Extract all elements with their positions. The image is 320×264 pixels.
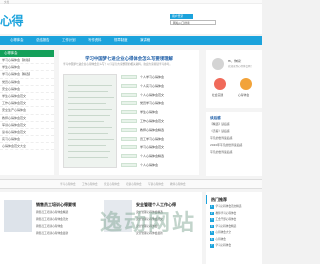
left-list-item[interactable]: 教师心得体会范文 <box>0 115 54 122</box>
nav-item[interactable]: 写作资料 <box>88 36 102 45</box>
header: 心得 用户登录 网站入口搜索 <box>0 4 262 34</box>
recommend-item[interactable]: 平凡的世界读后感 <box>206 135 262 142</box>
list-item[interactable]: 个人心得体会精选 <box>121 152 197 161</box>
nav-item[interactable]: 工作计划 <box>62 36 76 45</box>
left-list-item[interactable]: 军训心得体会范文 <box>0 122 54 129</box>
tag-badge <box>121 136 137 141</box>
avatar[interactable] <box>212 58 224 70</box>
left-list-item[interactable]: 读书心得体会范文 <box>0 129 54 137</box>
tag-badge <box>121 75 137 79</box>
recommend-item[interactable]: 2020年平凡的世界读后感 <box>206 142 262 149</box>
left-list-item[interactable]: 工作心得体会范文 <box>0 100 54 108</box>
featured-thumbnail[interactable] <box>63 74 117 168</box>
sub-nav-item[interactable]: 学习心得体会 <box>60 180 76 190</box>
hot-list-head: 热门推荐 <box>206 195 262 204</box>
login-search-box: 用户登录 网站入口搜索 <box>170 14 216 28</box>
left-list-item[interactable]: 党员心得体会 <box>0 79 54 86</box>
recommend-item[interactable]: 【精选】读后感 <box>206 121 262 128</box>
tag-badge <box>121 83 137 88</box>
list-item[interactable]: 学生心得体会 <box>121 108 197 117</box>
sub-nav-item[interactable]: 党员心得体会 <box>104 180 120 190</box>
featured-article: 学习中国梦七进企业心得体会怎么写要领理解 学习中国梦七进企业心得体会怎么写？以下… <box>59 50 199 175</box>
list-item[interactable]: 个人学习心得体会 <box>121 73 197 82</box>
list-item[interactable]: 个人实习心得体会 <box>121 82 197 91</box>
list-item[interactable]: 个人心得体会范文 <box>121 91 197 100</box>
left-list-item[interactable]: 安全心得体会 <box>0 86 54 93</box>
featured-list: 个人学习心得体会 个人实习心得体会 个人心得体会范文 党员学习心得体会 学生心得… <box>121 73 197 170</box>
card-image[interactable] <box>4 200 32 232</box>
tag-badge <box>121 101 137 106</box>
list-item[interactable]: 个人心得体会 <box>121 161 197 170</box>
user-greeting: Hi，你好！ <box>228 59 244 63</box>
list-item[interactable]: 教师心得体会精选 <box>121 126 197 135</box>
left-list-item[interactable]: 学习心得体会【新版】 <box>0 57 54 65</box>
page: 文档 心得 用户登录 网站入口搜索 心得体会 总结报告 工作计划 写作资料 规章… <box>0 0 262 264</box>
tag-badge <box>121 154 137 159</box>
list-item[interactable]: 党员学习心得体会 <box>121 99 197 108</box>
recommend-head: 读后感 <box>210 116 221 120</box>
sub-nav-item[interactable]: 教师心得体会 <box>170 180 186 190</box>
recommend-panel: 读后感 【精选】读后感 《活着》读后感 平凡的世界读后感 2020年平凡的世界读… <box>206 112 262 176</box>
tag-badge <box>121 162 137 167</box>
practice-label[interactable]: 社会实践 <box>212 93 223 97</box>
tag-badge <box>121 118 137 123</box>
card-item[interactable]: 销售员工培训心得体会 <box>36 224 96 228</box>
card-item[interactable]: 销售员工培训心得体会最新 <box>36 231 96 235</box>
main-nav: 心得体会 总结报告 工作计划 写作资料 规章制度 演讲稿 <box>0 36 262 45</box>
nav-item[interactable]: 心得体会 <box>10 36 24 45</box>
watermark: 逸动网站 <box>100 211 197 236</box>
search-input[interactable]: 网站入口搜索 <box>170 20 216 25</box>
sub-nav-item[interactable]: 培训心得体会 <box>126 180 142 190</box>
featured-desc: 学习中国梦七进企业心得体会怎么写？以下是为大家整理的相关资料，欢迎大家阅读学习参… <box>63 63 172 66</box>
hot-item[interactable]: 7 学习心得体会 <box>206 243 262 250</box>
recommend-item[interactable]: 平凡的世界读后感 <box>206 149 262 156</box>
left-category-list: 心得体会 学习心得体会【新版】 学生心得体会 学习心得体会【精选】 党员心得体会… <box>0 50 54 175</box>
site-logo[interactable]: 心得 <box>0 12 24 29</box>
list-item[interactable]: 员工学习心得体会 <box>121 135 197 144</box>
nav-item[interactable]: 规章制度 <box>114 36 128 45</box>
left-list-item[interactable]: 学习心得体会【精选】 <box>0 71 54 79</box>
article-card: 销售员工培训心得要领 销售员工培训心得体会精选 销售员工培训心得体会范文 销售员… <box>0 196 100 262</box>
nav-item[interactable]: 总结报告 <box>36 36 50 45</box>
tag-badge <box>121 110 137 115</box>
list-item[interactable]: 工作心得体会范文 <box>121 117 197 126</box>
practice-icon[interactable] <box>214 78 226 90</box>
left-list-item[interactable]: 实习心得体会 <box>0 136 54 144</box>
left-list-head: 心得体会 <box>0 50 54 57</box>
card-item[interactable]: 销售员工培训心得体会精选 <box>36 210 96 214</box>
user-panel: Hi，你好！ 欢迎来到心得体会网！ 社会实践 心得体会 <box>206 50 262 108</box>
featured-title[interactable]: 学习中国梦七进企业心得体会怎么写要领理解 <box>59 56 199 62</box>
sub-nav-item[interactable]: 工作心得体会 <box>82 180 98 190</box>
experience-label[interactable]: 心得体会 <box>238 93 249 97</box>
nav-item[interactable]: 演讲稿 <box>140 36 150 45</box>
tag-badge <box>121 145 137 150</box>
left-list-item[interactable]: 心得体会范文大全 <box>0 143 54 151</box>
left-list-item[interactable]: 学生心得体会范文 <box>0 93 54 101</box>
login-button[interactable]: 用户登录 <box>170 14 193 19</box>
left-list-item[interactable]: 安全生产心得体会 <box>0 107 54 115</box>
card-item[interactable]: 销售员工培训心得体会范文 <box>36 217 96 221</box>
experience-icon[interactable] <box>240 78 252 90</box>
card-title[interactable]: 销售员工培训心得要领 <box>36 202 76 208</box>
hot-list: 热门推荐 1 学习心得体会范文精选 2 教师学习心得体会 3 工会干部心得体会 4 学习… <box>206 192 262 264</box>
left-list-item[interactable]: 学生心得体会 <box>0 64 54 72</box>
tag-badge <box>121 127 137 132</box>
sub-nav: 学习心得体会 工作心得体会 党员心得体会 培训心得体会 军训心得体会 教师心得体… <box>0 179 262 189</box>
user-subtitle: 欢迎来到心得体会网！ <box>228 65 254 68</box>
list-item[interactable]: 学习心得体会范文 <box>121 143 197 152</box>
sub-nav-item[interactable]: 军训心得体会 <box>148 180 164 190</box>
recommend-item[interactable]: 《活着》读后感 <box>206 128 262 135</box>
tag-badge <box>121 92 137 97</box>
